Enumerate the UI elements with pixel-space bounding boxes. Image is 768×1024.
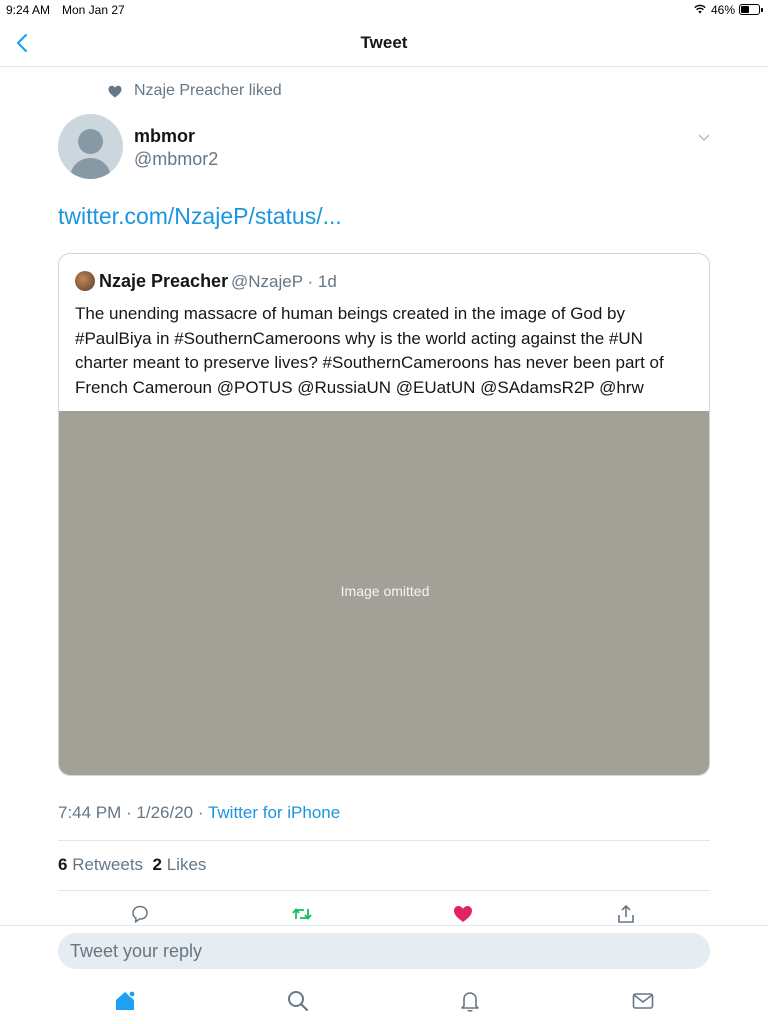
social-context-text: Nzaje Preacher liked (134, 82, 282, 99)
reply-input[interactable] (58, 933, 710, 969)
quoted-tweet-media-placeholder[interactable]: Image omitted (59, 411, 709, 775)
share-icon[interactable] (615, 903, 637, 925)
engagement-stats: 6 Retweets 2 Likes (58, 855, 206, 875)
tweet-source-link[interactable]: Twitter for iPhone (208, 803, 340, 822)
reply-icon[interactable] (129, 903, 151, 925)
messages-icon[interactable] (630, 988, 656, 1014)
likes-stat[interactable]: 2 Likes (153, 855, 207, 874)
media-placeholder-label: Image omitted (340, 583, 430, 599)
battery-percentage: 46% (711, 3, 736, 17)
page-title: Tweet (360, 33, 408, 52)
quoted-author-name: Nzaje Preacher (99, 271, 229, 291)
likes-count: 2 (152, 855, 162, 874)
chevron-down-icon[interactable] (697, 130, 711, 144)
tweet-timestamp: 7:44 PM · 1/26/20 · (58, 803, 208, 822)
author-avatar[interactable] (58, 114, 123, 179)
quoted-tweet-text: The unending massacre of human beings cr… (75, 304, 664, 397)
notifications-icon[interactable] (457, 988, 483, 1014)
retweet-icon[interactable] (291, 903, 313, 925)
search-icon[interactable] (285, 988, 311, 1014)
status-bar: 9:24 AM Mon Jan 27 46% (0, 0, 768, 20)
status-time: 9:24 AM (6, 3, 51, 17)
status-date: Mon Jan 27 (62, 3, 125, 17)
quoted-author-handle: @NzajeP · 1d (231, 272, 337, 291)
tweet-link[interactable]: twitter.com/NzajeP/status/... (58, 203, 342, 230)
retweets-label: Retweets (67, 855, 144, 874)
quoted-tweet-card[interactable]: Nzaje Preacher @NzajeP · 1d The unending… (58, 253, 710, 776)
navigation-bar: Tweet (0, 20, 768, 67)
retweets-stat[interactable]: 6 Retweets (58, 855, 143, 874)
battery-icon (739, 4, 763, 15)
likes-label: Likes (161, 855, 207, 874)
heart-icon (108, 85, 122, 98)
like-icon[interactable] (452, 903, 474, 925)
divider (58, 840, 710, 841)
wifi-icon (694, 4, 706, 14)
divider (58, 890, 710, 891)
home-icon[interactable] (112, 988, 138, 1014)
quoted-author-avatar (75, 271, 95, 291)
author-handle[interactable]: @mbmor2 (134, 149, 218, 170)
timestamp-row: 7:44 PM · 1/26/20 · Twitter for iPhone (58, 803, 340, 823)
author-name[interactable]: mbmor (134, 126, 195, 147)
battery-level-fill (741, 6, 749, 13)
